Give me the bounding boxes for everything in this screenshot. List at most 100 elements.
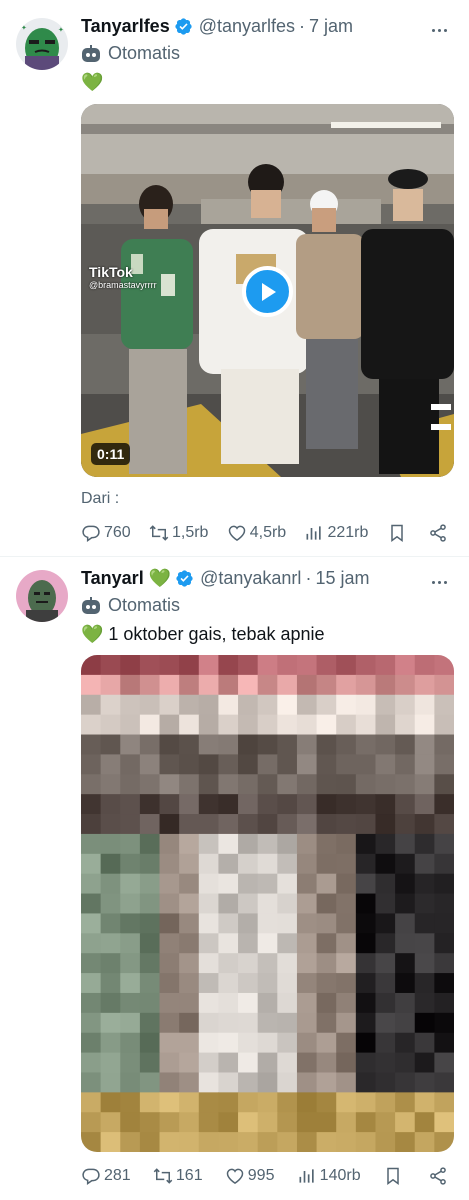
mosaic-tile: [395, 1032, 416, 1054]
mosaic-tile: [434, 674, 454, 696]
timestamp[interactable]: 7 jam: [309, 16, 353, 37]
mosaic-tile: [355, 992, 377, 1014]
mosaic-tile: [375, 992, 396, 1014]
display-name[interactable]: Tanyarl 💚: [81, 568, 171, 589]
mosaic-tile: [81, 992, 102, 1014]
tweet-1[interactable]: ✦ ✦ Tanyarlfes @tanyarlfes · 7 jam Otoma…: [0, 0, 469, 555]
reply-button[interactable]: 760: [81, 523, 131, 543]
mosaic-tile: [218, 873, 239, 895]
mosaic-tile: [218, 774, 239, 795]
mosaic-tile: [179, 833, 200, 855]
mosaic-tile: [277, 734, 298, 755]
mosaic-tile: [316, 655, 337, 676]
mosaic-tile: [414, 893, 435, 915]
mosaic-tile: [139, 794, 161, 815]
more-icon[interactable]: [427, 572, 451, 592]
mosaic-tile: [238, 1132, 259, 1152]
bookmark-button[interactable]: [387, 523, 410, 543]
mosaic-tile: [238, 655, 259, 676]
mosaic-tile: [434, 873, 454, 895]
retweet-button[interactable]: 1,5rb: [149, 523, 208, 543]
mosaic-tile: [395, 913, 416, 934]
mosaic-tile: [395, 873, 416, 895]
tweet-2[interactable]: Tanyarl 💚 @tanyakanrl · 15 jam Otomatis …: [0, 557, 469, 1200]
avatar[interactable]: ✦ ✦: [16, 18, 68, 70]
like-button[interactable]: 4,5rb: [227, 523, 286, 543]
mosaic-tile: [277, 774, 298, 795]
mosaic-tile: [296, 655, 318, 676]
mosaic-tile: [238, 1032, 259, 1054]
display-name[interactable]: Tanyarlfes: [81, 16, 170, 37]
mosaic-tile: [198, 933, 220, 954]
reply-icon: [82, 525, 100, 542]
mosaic-tile: [277, 1132, 298, 1152]
mosaic-tile: [139, 973, 161, 994]
views-button[interactable]: 140rb: [297, 1166, 361, 1186]
mosaic-tile: [139, 873, 161, 895]
mosaic-tile: [355, 953, 377, 974]
retweet-button[interactable]: 161: [153, 1166, 203, 1186]
mosaic-tile: [375, 1112, 396, 1133]
mosaic-tile: [81, 1052, 102, 1074]
verified-badge-icon: [176, 570, 193, 587]
like-count: 4,5rb: [249, 524, 287, 541]
action-bar: 281 161 995 140rb: [81, 1166, 451, 1186]
mosaic-tile: [179, 873, 200, 895]
reply-button[interactable]: 281: [81, 1166, 131, 1186]
mosaic-tile: [277, 893, 298, 915]
share-button[interactable]: [428, 1166, 451, 1186]
mosaic-tile: [277, 853, 298, 875]
mosaic-tile: [277, 833, 298, 855]
views-icon: [306, 526, 322, 540]
mosaic-tile: [198, 913, 220, 934]
mosaic-tile: [336, 953, 357, 974]
mosaic-tile: [120, 754, 141, 775]
mosaic-tile: [296, 1072, 318, 1093]
mosaic-tile: [414, 913, 435, 934]
mosaic-tile: [395, 774, 416, 795]
mosaic-tile: [355, 1092, 377, 1113]
mosaic-tile: [414, 674, 435, 696]
mosaic-tile: [277, 814, 298, 835]
more-icon[interactable]: [427, 20, 451, 40]
share-button[interactable]: [428, 523, 451, 543]
mosaic-tile: [100, 1132, 121, 1152]
handle[interactable]: @tanyarlfes: [199, 16, 295, 37]
mosaic-tile: [179, 1112, 200, 1133]
mosaic-tile: [336, 1072, 357, 1093]
separator: ·: [299, 16, 306, 36]
like-icon: [228, 525, 245, 541]
mosaic-tile: [120, 794, 141, 815]
bookmark-button[interactable]: [383, 1166, 406, 1186]
mosaic-tile: [296, 933, 318, 954]
mosaic-tile: [296, 694, 318, 716]
tweet-image[interactable]: [81, 655, 454, 1152]
timestamp[interactable]: 15 jam: [315, 568, 369, 589]
mosaic-tile: [336, 794, 357, 815]
views-button[interactable]: 221rb: [304, 523, 368, 543]
tweet-video[interactable]: TikTok @bramastavyrrrr 0:11: [81, 104, 454, 477]
mosaic-tile: [434, 694, 454, 716]
mosaic-tile: [296, 754, 318, 775]
mosaic-tile: [414, 774, 435, 795]
mosaic-tile: [414, 714, 435, 736]
mosaic-tile: [414, 1072, 435, 1093]
mosaic-tile: [336, 913, 357, 934]
handle[interactable]: @tanyakanrl: [200, 568, 301, 589]
mosaic-tile: [434, 1092, 454, 1113]
mosaic-tile: [218, 1032, 239, 1054]
mosaic-tile: [179, 893, 200, 915]
mosaic-tile: [257, 694, 278, 716]
mosaic-tile: [414, 973, 435, 994]
mosaic-tile: [238, 853, 259, 875]
mosaic-tile: [277, 973, 298, 994]
mosaic-tile: [139, 714, 161, 736]
mosaic-tile: [81, 714, 102, 736]
mosaic-tile: [355, 754, 377, 775]
mosaic-tile: [395, 694, 416, 716]
mosaic-tile: [238, 674, 259, 696]
mosaic-tile: [179, 714, 200, 736]
avatar[interactable]: [16, 570, 68, 622]
play-icon[interactable]: [242, 266, 293, 317]
like-button[interactable]: 995: [225, 1166, 274, 1186]
